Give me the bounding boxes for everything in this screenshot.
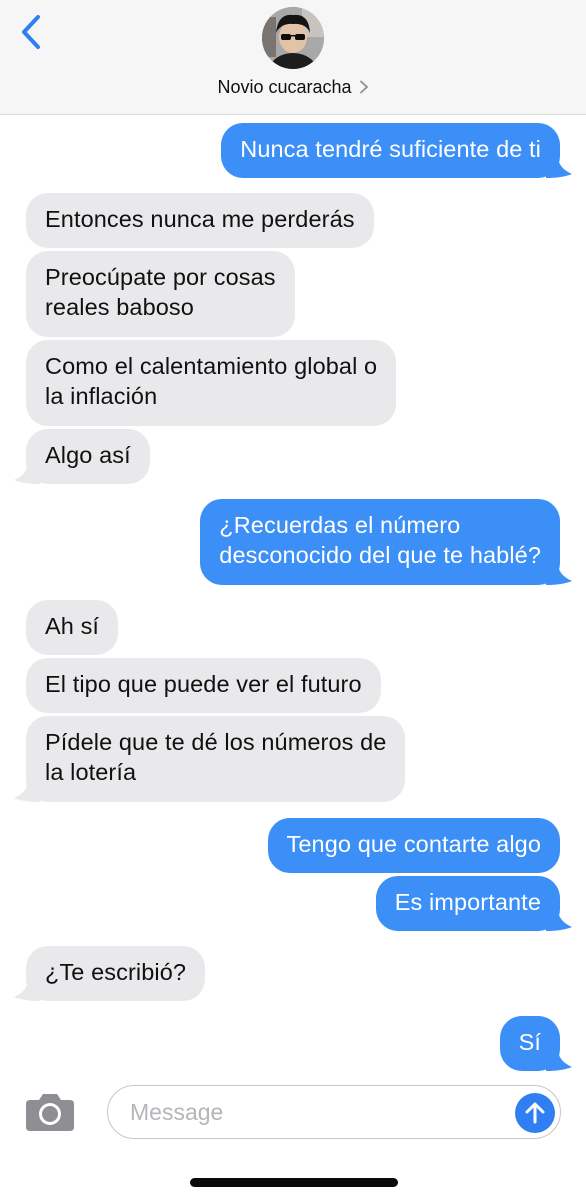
- bubble-tail: [546, 156, 572, 178]
- message-received[interactable]: Entonces nunca me perderás: [26, 193, 374, 248]
- message-sent[interactable]: Nunca tendré suficiente de ti: [221, 123, 560, 178]
- message-received[interactable]: Pídele que te dé los números de la loter…: [26, 716, 406, 802]
- bubble-tail: [546, 1049, 572, 1071]
- bubble-tail: [546, 909, 572, 931]
- message-sent[interactable]: Es importante: [375, 876, 560, 931]
- message-sent[interactable]: Tengo que contarte algo: [267, 818, 560, 873]
- bubble-tail: [14, 462, 40, 484]
- avatar-photo: [262, 7, 324, 69]
- message-placeholder: Message: [130, 1099, 224, 1125]
- chevron-left-icon: [22, 15, 40, 49]
- message-received[interactable]: Como el calentamiento global o la inflac…: [26, 340, 397, 426]
- camera-icon: [26, 1094, 74, 1131]
- message-received[interactable]: El tipo que puede ver el futuro: [26, 658, 381, 713]
- message-input[interactable]: Message: [107, 1085, 561, 1139]
- bubble-tail: [14, 780, 40, 802]
- contact-name-button[interactable]: Novio cucaracha: [0, 74, 586, 100]
- message-received[interactable]: Preocúpate por cosas reales baboso: [26, 251, 295, 337]
- message-received[interactable]: ¿Te escribió?: [26, 946, 206, 1001]
- conversation-header: Novio cucaracha: [0, 0, 586, 115]
- send-button[interactable]: [515, 1093, 555, 1133]
- back-button[interactable]: [14, 12, 48, 52]
- bubble-tail: [546, 563, 572, 585]
- arrow-up-icon: [525, 1102, 545, 1124]
- contact-avatar[interactable]: [262, 7, 324, 69]
- message-received[interactable]: Ah sí: [26, 600, 119, 655]
- bubble-tail: [14, 979, 40, 1001]
- message-sent[interactable]: ¿Recuerdas el número desconocido del que…: [200, 499, 560, 585]
- home-indicator[interactable]: [190, 1178, 398, 1187]
- chevron-right-icon: [359, 80, 368, 94]
- camera-button[interactable]: [24, 1092, 76, 1132]
- message-received[interactable]: Algo así: [26, 429, 150, 484]
- contact-name: Novio cucaracha: [217, 76, 352, 97]
